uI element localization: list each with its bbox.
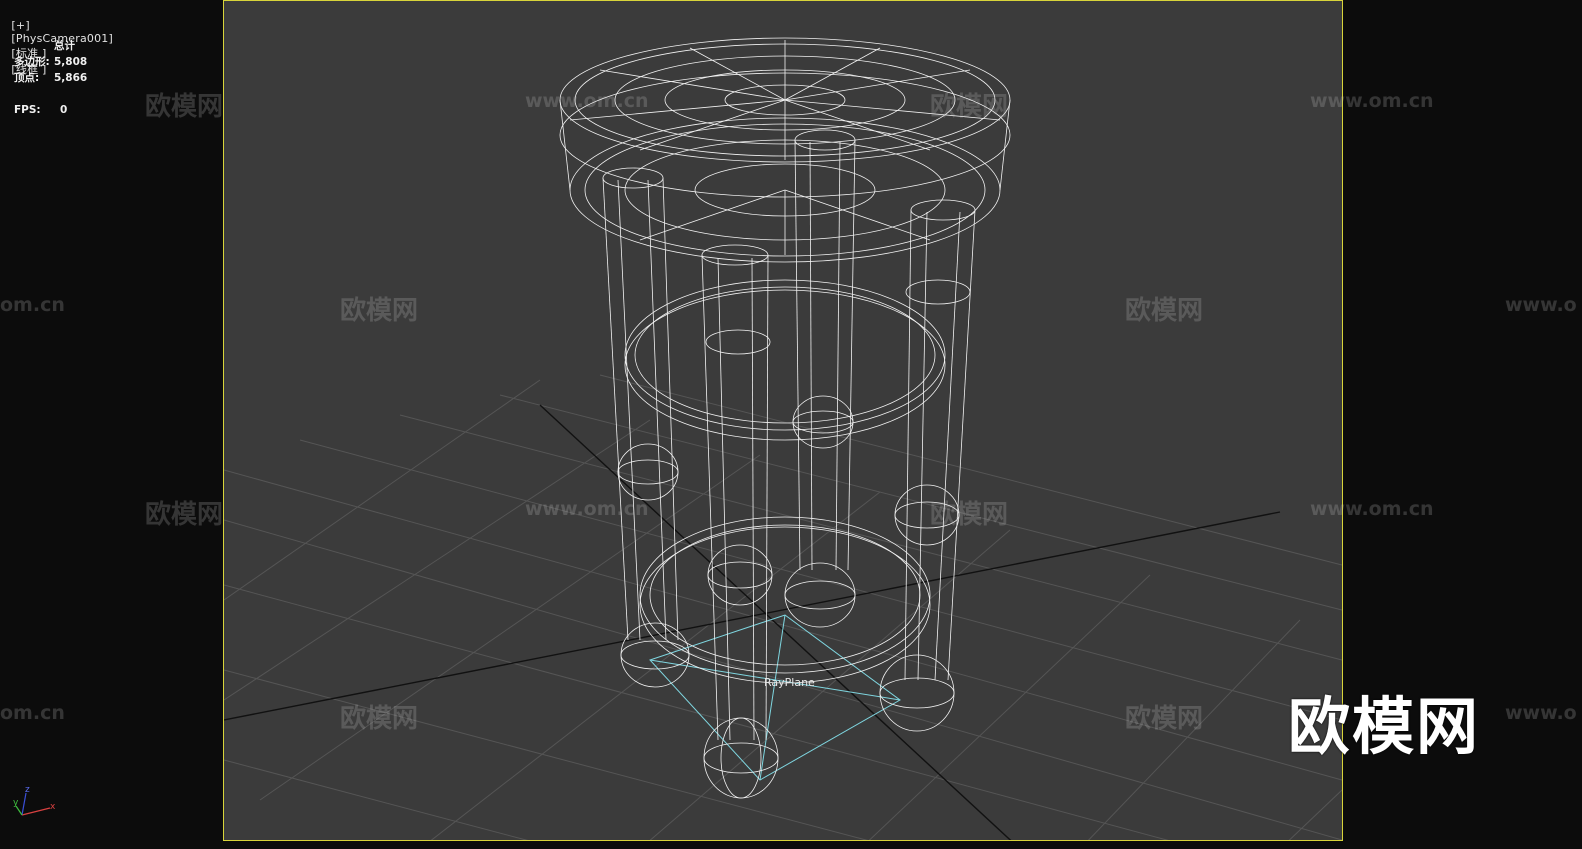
watermark-url: www.o xyxy=(1505,294,1577,316)
rayplane-label[interactable]: RayPlane xyxy=(764,676,815,689)
watermark-brand: 欧模网 xyxy=(930,92,1009,122)
watermark-url: www.om.cn xyxy=(1310,90,1434,112)
watermark-brand: 欧模网 xyxy=(145,500,224,530)
axis-x-label: x xyxy=(50,802,56,812)
home-grid xyxy=(224,374,1342,840)
brand-logo: 欧模网 xyxy=(1288,690,1481,763)
watermark-brand: 欧模网 xyxy=(1125,296,1204,326)
watermark-brand: 欧模网 xyxy=(1125,704,1204,734)
watermark-url: www.om.cn xyxy=(525,90,649,112)
watermark-url: www.o xyxy=(1505,702,1577,724)
axis-z-label: z xyxy=(25,785,30,795)
watermark-url: www.om.cn xyxy=(1310,498,1434,520)
grid-main-axes xyxy=(224,404,1281,840)
watermark-url: www.om.cn xyxy=(525,498,649,520)
watermark-brand: 欧模网 xyxy=(145,92,224,122)
rayplane-gizmo[interactable] xyxy=(649,614,901,781)
axis-y-label: y xyxy=(13,798,19,808)
watermark-brand: 欧模网 xyxy=(340,296,419,326)
watermark-brand: 欧模网 xyxy=(340,704,419,734)
watermark-url: om.cn xyxy=(0,702,65,724)
watermark-brand: 欧模网 xyxy=(930,500,1009,530)
axis-tripod xyxy=(15,792,51,816)
watermark-url: om.cn xyxy=(0,294,65,316)
